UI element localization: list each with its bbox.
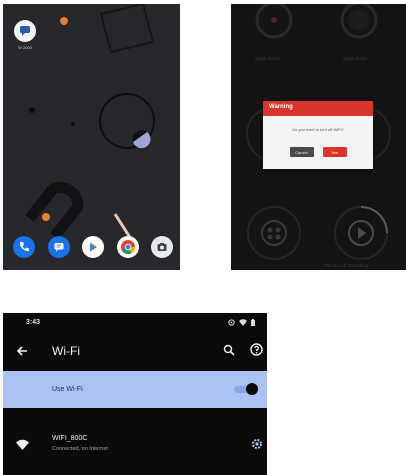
gear-icon[interactable]	[251, 438, 263, 450]
dialog-message: Do you want to turn off WiFi?	[292, 127, 344, 132]
wifi-toggle-switch[interactable]	[234, 383, 258, 395]
status-bar: 3:43	[3, 313, 267, 331]
status-time: 3:43	[26, 318, 41, 326]
play-store-icon[interactable]	[82, 236, 104, 258]
wifi-settings-screenshot: 3:43 Wi-Fi Use Wi-Fi WIFI_800C Connected…	[3, 313, 267, 475]
home-shortcut-label: W 2000	[18, 45, 32, 50]
quick-photo-label: Quick photo	[343, 56, 368, 61]
messages-icon[interactable]	[47, 236, 70, 258]
home-screen-screenshot: W 2000	[3, 4, 180, 270]
toggle-thumb	[246, 383, 258, 395]
app-bar-actions	[223, 343, 263, 356]
chrome-icon[interactable]	[116, 236, 139, 258]
help-icon[interactable]	[250, 343, 263, 356]
cancel-button[interactable]: Cancel	[289, 147, 314, 157]
camera-icon[interactable]	[151, 236, 173, 258]
battery-icon	[251, 318, 255, 326]
page-title: Wi-Fi	[52, 344, 80, 358]
ok-button[interactable]: Yes	[322, 147, 347, 157]
wifi-onoff-label: Wifi on / off Recording	[324, 263, 369, 268]
warning-dialog-screenshot: Quick record Quick photo Wifi on / off R…	[231, 4, 406, 270]
network-ssid: WIFI_800C	[52, 435, 88, 442]
wifi-signal-icon	[16, 439, 29, 450]
phone-icon[interactable]	[13, 236, 35, 258]
search-icon[interactable]	[223, 344, 235, 356]
app-bar: Wi-Fi	[3, 331, 267, 371]
app-dock	[13, 236, 173, 262]
network-list-item[interactable]: WIFI_800C Connected, no Internet	[3, 425, 267, 465]
home-shortcut[interactable]: W 2000	[10, 20, 40, 50]
warning-dialog: Warning Do you want to turn off WiFi? Ca…	[263, 101, 373, 169]
use-wifi-label: Use Wi-Fi	[52, 386, 83, 393]
status-icons	[228, 318, 255, 326]
quick-record-label: Quick record	[255, 56, 281, 61]
dialog-actions: Cancel Yes	[263, 147, 373, 157]
chat-icon	[14, 20, 36, 42]
dialog-title: Warning	[263, 101, 373, 116]
data-saver-icon	[228, 318, 235, 326]
use-wifi-row[interactable]: Use Wi-Fi	[3, 371, 267, 408]
network-status: Connected, no Internet	[52, 446, 108, 452]
wifi-status-icon	[239, 318, 247, 326]
back-arrow-icon[interactable]	[16, 345, 28, 357]
